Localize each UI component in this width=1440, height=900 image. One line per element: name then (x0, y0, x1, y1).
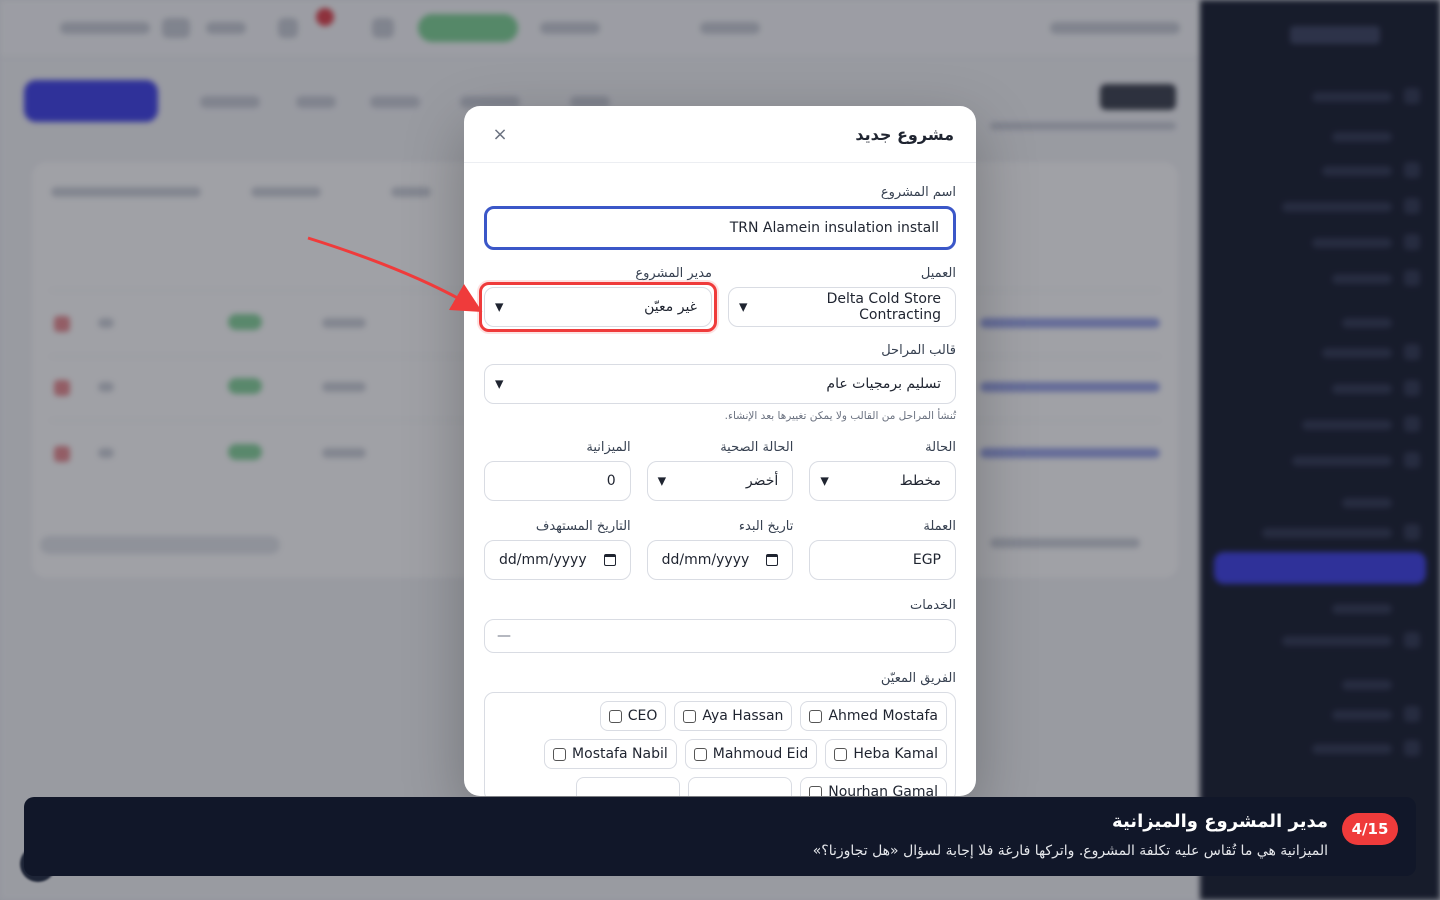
checkbox[interactable] (553, 747, 567, 761)
checkbox[interactable] (834, 747, 848, 761)
health-select[interactable]: أخضر ▼ (646, 461, 794, 501)
status-select[interactable]: مخطط ▼ (809, 461, 956, 501)
start-date-input[interactable]: dd/mm/yyyy (646, 540, 794, 580)
services-label: الخدمات (910, 598, 956, 613)
team-member-checkbox[interactable]: Ahmed Mostafa (800, 701, 947, 731)
phase-template-hint: تُنشأ المراحل من القالب ولا يمكن تغييرها… (724, 410, 956, 422)
status-label: الحالة (925, 440, 956, 455)
target-date-col: التاريخ المستهدف dd/mm/yyyy (483, 519, 631, 580)
close-icon[interactable]: × (486, 120, 514, 148)
phase-template-value: تسليم برمجيات عام (826, 376, 941, 392)
checkbox[interactable] (693, 747, 707, 761)
chevron-down-icon: ▼ (820, 474, 829, 488)
checkbox[interactable] (809, 709, 823, 723)
phase-template-select[interactable]: تسليم برمجيات عام ▼ (484, 364, 956, 404)
chevron-down-icon: ▼ (495, 300, 504, 314)
team-member-name: Ahmed Mostafa (828, 708, 938, 724)
budget-label: الميزانية (586, 440, 631, 455)
currency-col: العملة EGP (809, 519, 956, 580)
client-manager-row: العميل Delta Cold Store Contracting ▼ مد… (479, 266, 956, 332)
dates-row: العملة EGP تاريخ البدء dd/mm/yyyy التاري… (483, 519, 956, 580)
client-col: العميل Delta Cold Store Contracting ▼ (728, 266, 956, 327)
project-name-label: اسم المشروع (880, 185, 956, 200)
budget-col: الميزانية 0 (483, 440, 631, 501)
onboarding-tour-bar: 4/15 مدير المشروع والميزانية الميزانية ه… (24, 797, 1416, 876)
services-select[interactable]: — (484, 619, 956, 653)
calendar-icon[interactable] (766, 554, 779, 566)
team-member-checkbox[interactable]: Nourhan Gamal (800, 777, 947, 796)
team-member-checkbox[interactable]: Aya Hassan (674, 701, 793, 731)
team-member-checkbox[interactable] (576, 777, 681, 796)
currency-label: العملة (923, 519, 956, 534)
project-manager-select[interactable]: غير معيّن ▼ (484, 287, 712, 327)
project-name-input[interactable]: TRN Alamein insulation install (484, 206, 956, 250)
dialog-body: اسم المشروع TRN Alamein insulation insta… (464, 163, 976, 796)
services-group: الخدمات — (484, 598, 956, 653)
status-row: الحالة مخطط ▼ الحالة الصحية أخضر ▼ الميز… (483, 440, 956, 501)
checkbox[interactable] (608, 709, 622, 723)
team-member-name: Heba Kamal (853, 746, 938, 762)
status-value: مخطط (899, 473, 941, 489)
calendar-icon[interactable] (603, 554, 616, 566)
health-value: أخضر (745, 473, 779, 489)
team-member-checkbox[interactable]: CEO (599, 701, 667, 731)
start-date-label: تاريخ البدء (738, 519, 794, 534)
client-label: العميل (920, 266, 956, 281)
tour-step-badge: 4/15 (1342, 813, 1398, 845)
tour-description: الميزانية هي ما تُقاس عليه تكلفة المشروع… (812, 843, 1328, 859)
target-date-input[interactable]: dd/mm/yyyy (483, 540, 631, 580)
budget-value: 0 (606, 473, 616, 489)
budget-input[interactable]: 0 (483, 461, 631, 501)
health-col: الحالة الصحية أخضر ▼ (646, 440, 794, 501)
dialog-header: مشروع جديد × (464, 106, 976, 163)
tour-title: مدير المشروع والميزانية (1112, 811, 1328, 832)
team-member-name: Mostafa Nabil (572, 746, 668, 762)
team-member-checkbox[interactable]: Mahmoud Eid (684, 739, 818, 769)
chevron-down-icon: ▼ (657, 474, 667, 488)
manager-col: مدير المشروع غير معيّن ▼ (479, 266, 717, 332)
checkbox[interactable] (809, 785, 823, 796)
start-date-col: تاريخ البدء dd/mm/yyyy (646, 519, 794, 580)
team-member-name: Aya Hassan (702, 708, 784, 724)
team-member-name: Nourhan Gamal (828, 784, 938, 796)
chevron-down-icon: ▼ (495, 377, 504, 391)
annotation-arrow-icon (307, 236, 483, 313)
project-manager-highlight-wrap: غير معيّن ▼ (479, 282, 717, 332)
new-project-dialog: مشروع جديد × اسم المشروع TRN Alamein ins… (464, 106, 976, 796)
start-date-value: dd/mm/yyyy (661, 552, 750, 568)
project-manager-value: غير معيّن (644, 299, 697, 315)
currency-input[interactable]: EGP (809, 540, 956, 580)
team-member-checkbox[interactable] (688, 777, 793, 796)
checkbox[interactable] (683, 709, 697, 723)
dialog-title: مشروع جديد (855, 124, 954, 144)
team-member-name: CEO (627, 708, 658, 724)
currency-value: EGP (912, 552, 941, 568)
target-date-label: التاريخ المستهدف (535, 519, 631, 534)
client-select[interactable]: Delta Cold Store Contracting ▼ (728, 287, 956, 327)
target-date-value: dd/mm/yyyy (498, 552, 587, 568)
team-member-name: Mahmoud Eid (712, 746, 809, 762)
chevron-down-icon: ▼ (739, 300, 748, 314)
team-group: الفريق المعيّن Ahmed Mostafa Aya Hassan … (484, 671, 956, 796)
team-members-list: Ahmed Mostafa Aya Hassan CEO Heba Kamal … (484, 692, 956, 796)
project-name-value: TRN Alamein insulation install (729, 220, 939, 236)
health-label: الحالة الصحية (720, 440, 794, 455)
project-manager-label: مدير المشروع (635, 266, 712, 281)
phase-template-group: قالب المراحل تسليم برمجيات عام ▼ تُنشأ ا… (484, 343, 956, 422)
phase-template-label: قالب المراحل (881, 343, 956, 358)
services-value: — (497, 628, 511, 644)
team-label: الفريق المعيّن (880, 671, 956, 686)
team-member-checkbox[interactable]: Mostafa Nabil (544, 739, 677, 769)
client-value: Delta Cold Store Contracting (826, 291, 941, 323)
status-col: الحالة مخطط ▼ (809, 440, 956, 501)
team-member-checkbox[interactable]: Heba Kamal (825, 739, 947, 769)
